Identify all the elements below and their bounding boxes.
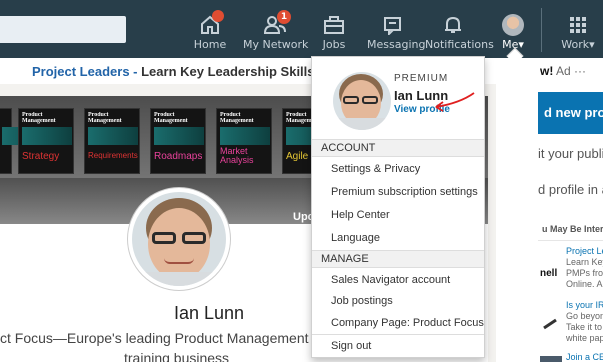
pen-logo-icon xyxy=(543,318,557,330)
dropdown-avatar[interactable] xyxy=(333,72,391,130)
briefcase-icon xyxy=(324,16,344,34)
magazine-cover: Product Management Roadmaps xyxy=(150,108,206,174)
add-profile-language-link[interactable]: d profile in a xyxy=(538,182,603,197)
nav-notifications-label: Notifications xyxy=(425,38,494,51)
magazine-cover: Product Management Strategy xyxy=(18,108,74,174)
nav-work[interactable]: Work▾ xyxy=(558,0,598,58)
premium-subscription-settings-item[interactable]: Premium subscription settings xyxy=(331,186,478,198)
premium-label: PREMIUM xyxy=(394,73,449,84)
nav-messaging-label: Messaging xyxy=(367,38,426,51)
glasses-right xyxy=(182,232,206,244)
nav-divider xyxy=(541,8,542,52)
annotation-arrow-icon xyxy=(435,92,475,112)
grid-icon xyxy=(570,17,586,33)
profile-photo[interactable] xyxy=(128,188,230,290)
right-ad-2[interactable]: Is your IR p Go beyond Take it to th whi… xyxy=(566,300,603,344)
nav-my-network[interactable]: 1 My Network xyxy=(243,0,309,58)
ad-text[interactable]: Project Leaders - Learn Key Leadership S… xyxy=(32,64,359,79)
nav-home-label: Home xyxy=(193,38,227,51)
sign-out-item[interactable]: Sign out xyxy=(331,340,371,352)
settings-privacy-item[interactable]: Settings & Privacy xyxy=(331,163,420,175)
me-dropdown-menu: PREMIUM Ian Lunn View profile ACCOUNT Se… xyxy=(311,47,524,358)
job-postings-item[interactable]: Job postings xyxy=(331,295,393,307)
ad-tag: Ad xyxy=(556,64,571,78)
network-badge: 1 xyxy=(277,10,291,24)
search-input[interactable] xyxy=(0,16,126,43)
nav-messaging[interactable]: Messaging xyxy=(367,0,426,58)
face xyxy=(148,208,210,280)
company-page-item[interactable]: Company Page: Product Focus xyxy=(331,317,484,329)
help-center-item[interactable]: Help Center xyxy=(331,209,390,221)
nav-notifications[interactable]: Notifications xyxy=(425,0,494,58)
magazine-cover xyxy=(0,108,52,174)
divider xyxy=(538,240,603,241)
sales-navigator-account-item[interactable]: Sales Navigator account xyxy=(331,274,450,286)
ad-tail-text: w! xyxy=(540,64,554,78)
messaging-icon xyxy=(384,17,401,35)
edit-public-profile-link[interactable]: it your public xyxy=(538,146,603,161)
glasses-left xyxy=(152,232,176,244)
bell-icon xyxy=(445,16,461,33)
nav-jobs-label: Jobs xyxy=(322,38,346,51)
profile-headline-line2: training business xyxy=(124,350,230,362)
home-notification-dot xyxy=(212,10,224,22)
magazine-cover: Product Management Requirements xyxy=(84,108,140,174)
ad-sponsor: Project Leaders - xyxy=(32,64,142,79)
more-options-icon[interactable]: ··· xyxy=(574,64,586,78)
nav-jobs[interactable]: Jobs xyxy=(319,0,349,58)
manage-section-header: MANAGE xyxy=(312,250,484,268)
people-also-viewed-heading: u May Be Intere xyxy=(542,224,603,234)
ad-meta: w! Ad ··· xyxy=(540,64,586,78)
avatar-icon xyxy=(502,14,524,36)
right-ad-3[interactable]: Join a CEO xyxy=(566,352,603,362)
nav-work-label: Work▾ xyxy=(561,38,595,51)
nav-my-network-label: My Network xyxy=(243,38,309,51)
magazine-cover: Product Management Market Analysis xyxy=(216,108,272,174)
ad-logo-cornell: nell xyxy=(540,268,558,279)
add-new-profile-section-button[interactable]: d new profile xyxy=(538,92,603,134)
smile xyxy=(164,258,194,264)
nav-home[interactable]: Home xyxy=(192,0,228,58)
profile-name: Ian Lunn xyxy=(174,303,245,323)
ad-logo-3 xyxy=(540,356,562,362)
profile-headline: ct Focus—Europe's leading Product Manage… xyxy=(0,330,321,346)
linkedin-profile-page: Home 1 My Network Jobs Messaging Notific… xyxy=(0,0,603,362)
account-section-header: ACCOUNT xyxy=(312,139,484,157)
divider xyxy=(312,334,484,335)
right-rail: d new profile it your public d profile i… xyxy=(488,84,603,362)
right-ad-1[interactable]: Project Lea Learn Key PMPs from Online. … xyxy=(566,246,603,290)
language-item[interactable]: Language xyxy=(331,232,380,244)
